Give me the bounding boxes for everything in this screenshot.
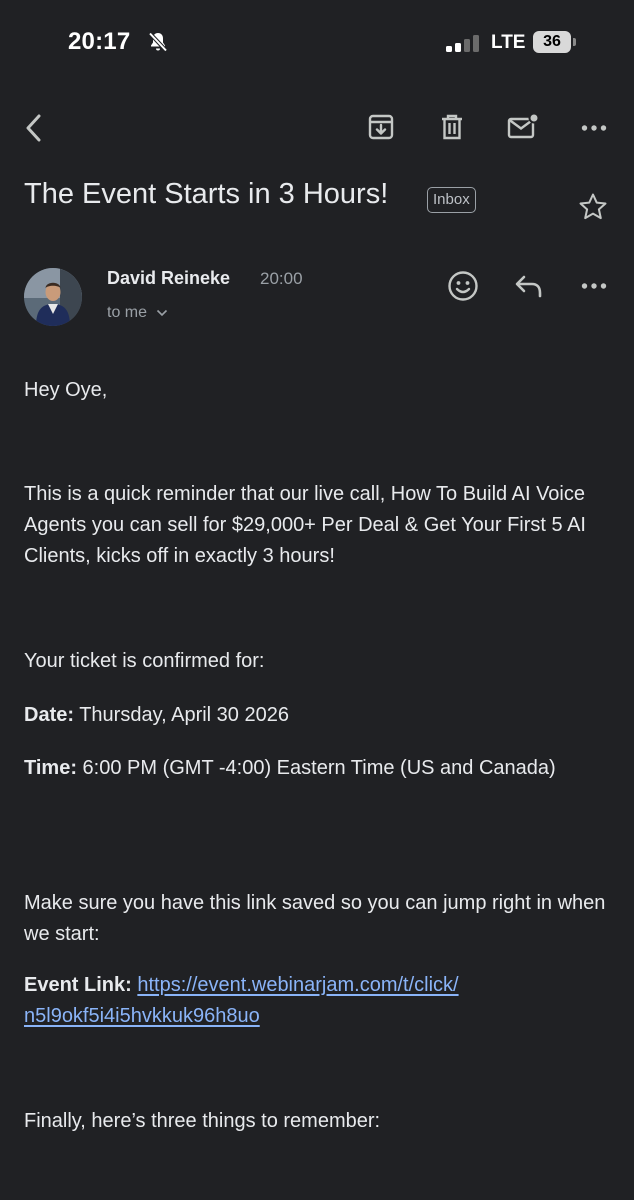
event-link-part1[interactable]: https://event.webinarjam.com/t/click/ bbox=[137, 974, 458, 996]
back-arrow-icon[interactable] bbox=[14, 108, 54, 148]
event-link-label: Event Link: bbox=[24, 974, 132, 996]
event-link-line: Event Link: https://event.webinarjam.com… bbox=[24, 970, 620, 1032]
sender-name[interactable]: David Reineke bbox=[107, 268, 230, 289]
reply-icon[interactable] bbox=[508, 266, 548, 306]
sent-time: 20:00 bbox=[260, 269, 303, 288]
link-intro-text: Make sure you have this link saved so yo… bbox=[24, 892, 606, 945]
archive-icon[interactable] bbox=[361, 107, 401, 147]
chevron-down-icon bbox=[157, 309, 168, 316]
date-value: Thursday, April 30 2026 bbox=[74, 704, 289, 726]
battery-nub bbox=[573, 38, 576, 46]
finally-text: Finally, here’s three things to remember… bbox=[24, 1110, 381, 1132]
emoji-reaction-icon[interactable] bbox=[443, 266, 483, 306]
event-date-line: Date: Thursday, April 30 2026 bbox=[24, 700, 620, 731]
mark-unread-icon[interactable] bbox=[503, 107, 543, 147]
ticket-confirmed-text: Your ticket is confirmed for: bbox=[24, 650, 265, 672]
inbox-label-badge[interactable]: Inbox bbox=[427, 187, 476, 213]
more-icon[interactable] bbox=[574, 108, 614, 148]
event-time-line: Time: 6:00 PM (GMT -4:00) Eastern Time (… bbox=[24, 753, 620, 784]
sender-avatar[interactable] bbox=[24, 268, 82, 326]
date-label: Date: bbox=[24, 704, 75, 726]
star-icon[interactable] bbox=[573, 187, 613, 227]
email-greeting: Hey Oye, bbox=[24, 379, 108, 401]
time-label: Time: bbox=[24, 757, 77, 779]
status-time: 20:17 bbox=[68, 28, 131, 55]
trash-icon[interactable] bbox=[432, 107, 472, 147]
bell-slash-icon bbox=[146, 30, 170, 54]
time-value: 6:00 PM (GMT -4:00) Eastern Time (US and… bbox=[76, 757, 556, 779]
recipient-label: to me bbox=[107, 304, 148, 321]
event-link-part2[interactable]: n5l9okf5i4i5hvkkuk96h8uo bbox=[24, 1005, 260, 1027]
email-intro-paragraph: This is a quick reminder that our live c… bbox=[24, 483, 586, 567]
battery-level: 36 bbox=[533, 31, 571, 53]
signal-icon bbox=[446, 34, 484, 52]
recipient-details-toggle[interactable]: to me bbox=[107, 304, 168, 322]
message-more-icon[interactable] bbox=[574, 266, 614, 306]
email-subject: The Event Starts in 3 Hours! bbox=[24, 178, 389, 210]
network-type: LTE bbox=[491, 32, 526, 53]
